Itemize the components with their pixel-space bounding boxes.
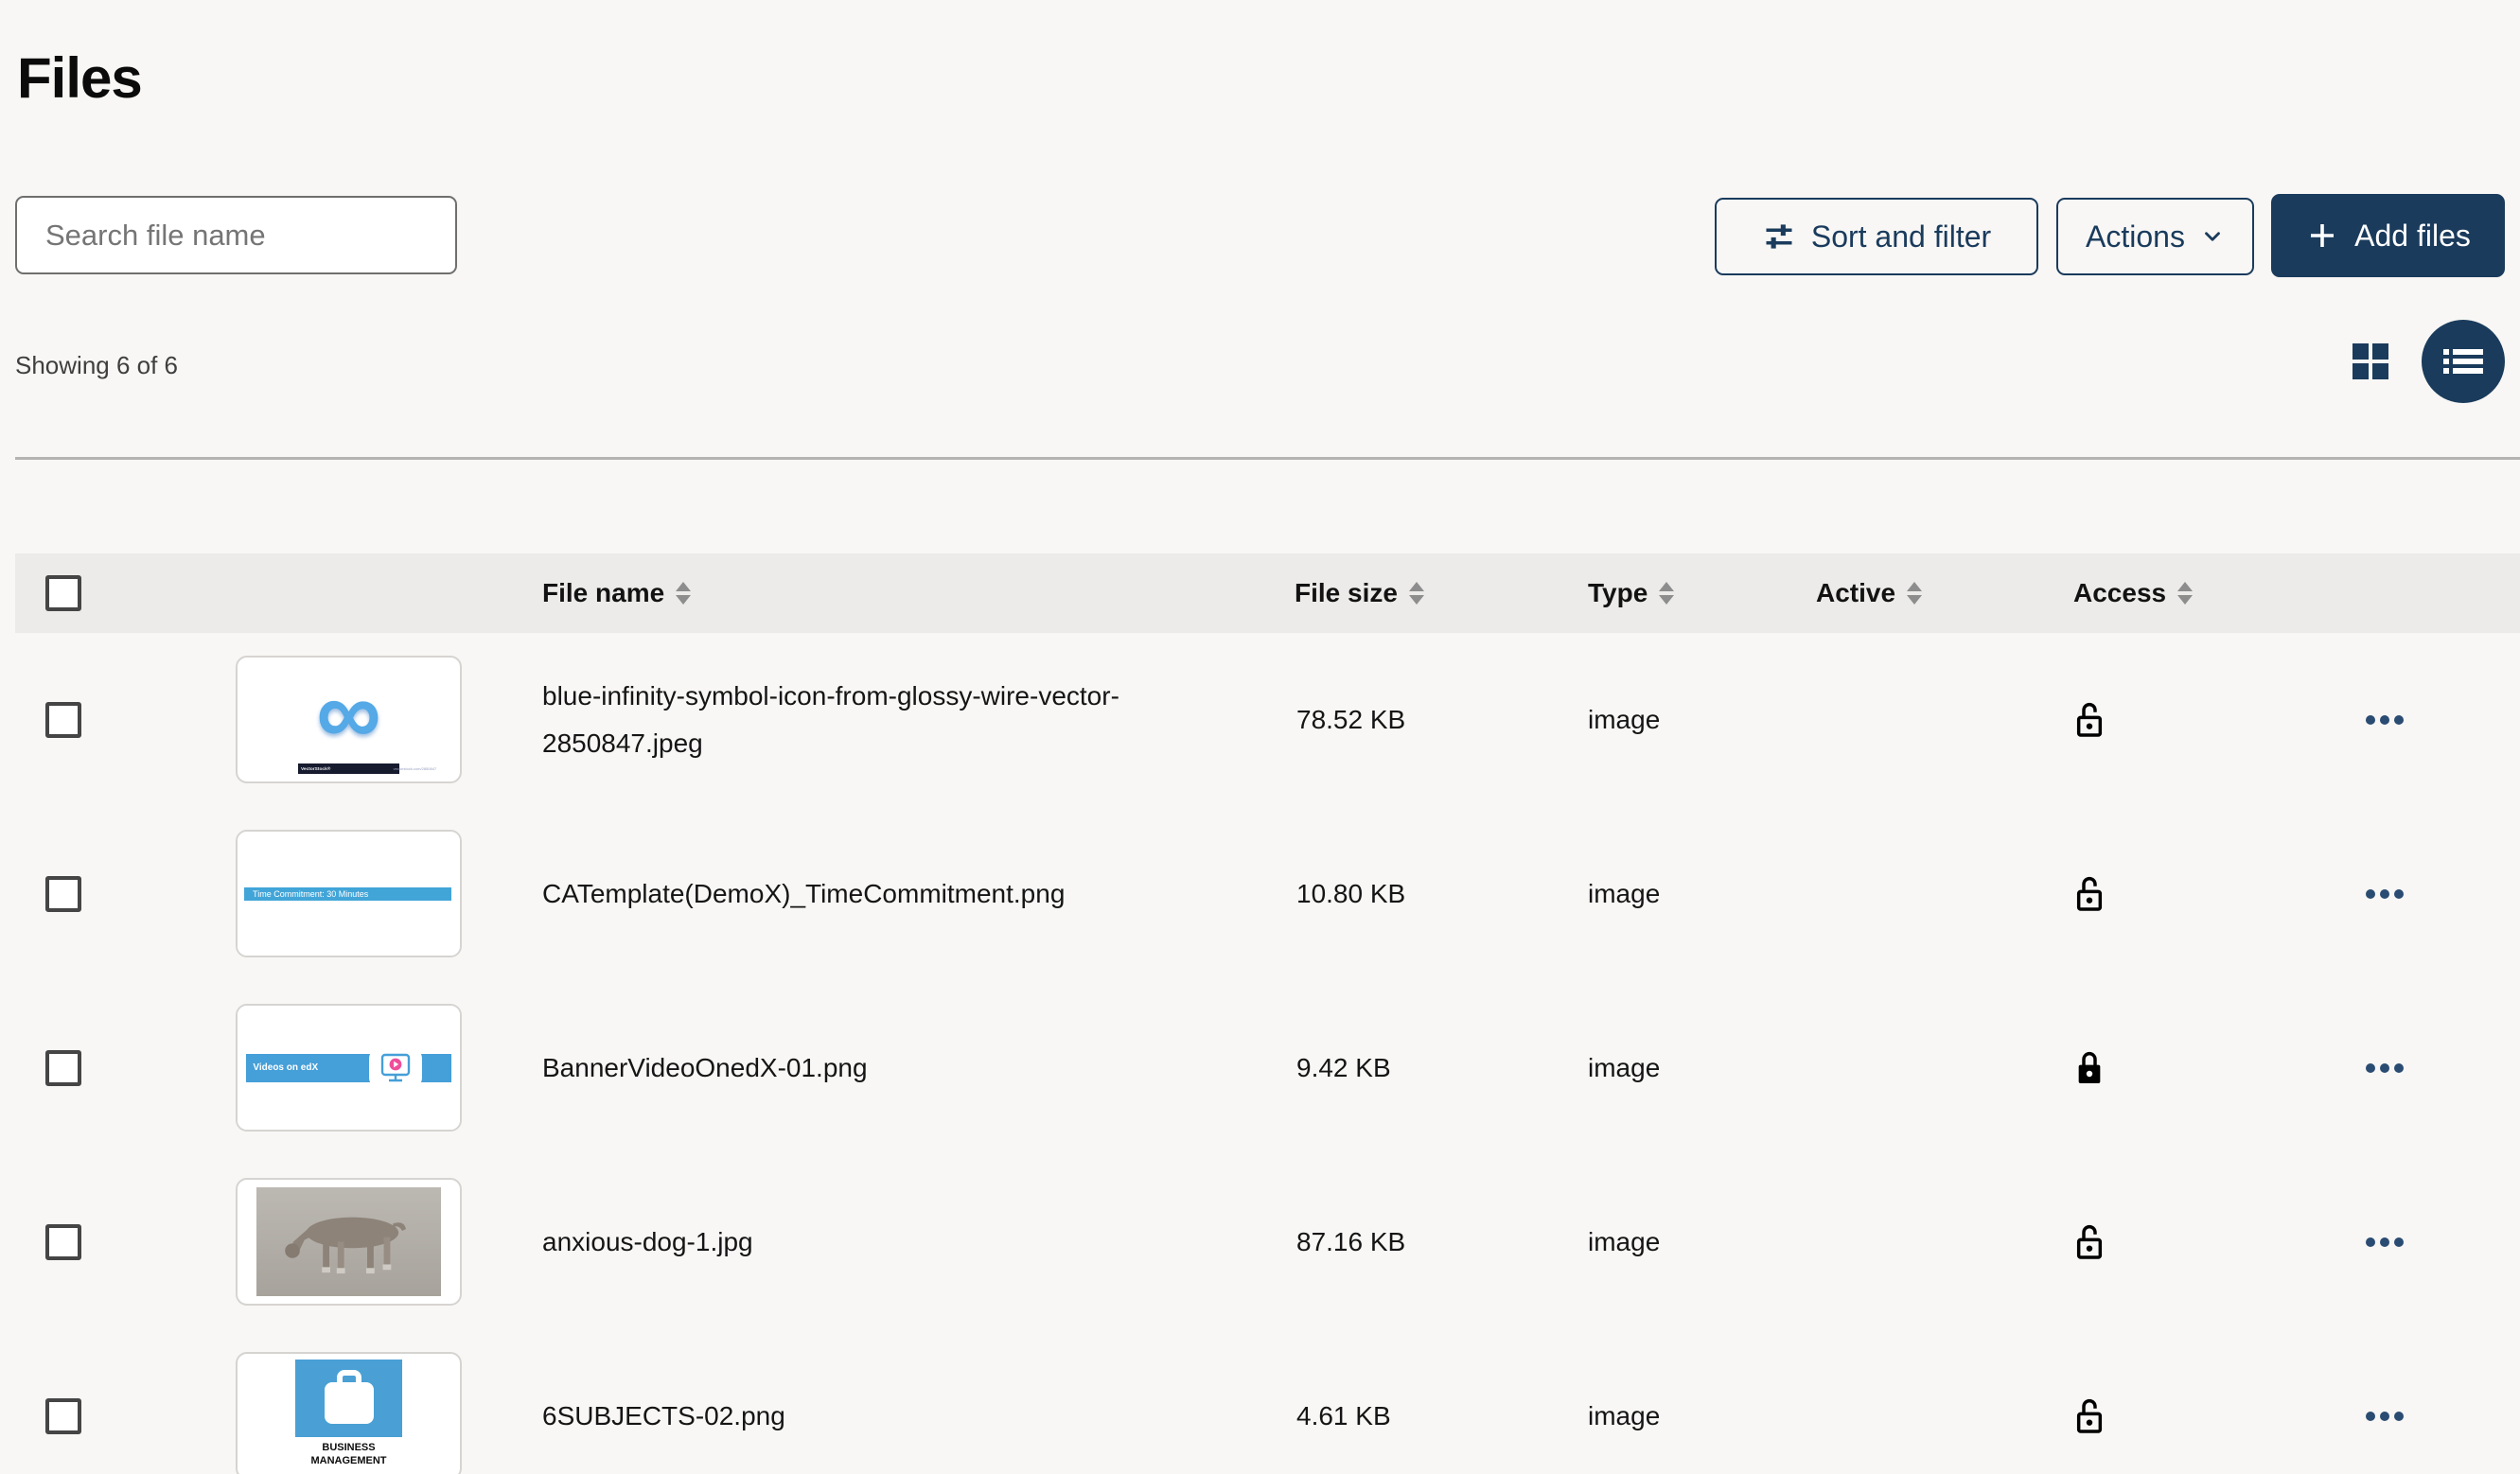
monitor-icon	[369, 1047, 422, 1089]
banner-text: Videos on edX	[246, 1062, 318, 1073]
table-row: Time Commitment: 30 Minutes CATemplate(D…	[0, 807, 2520, 981]
ellipsis-icon	[2366, 1063, 2375, 1073]
file-thumbnail: Videos on edX	[236, 1004, 462, 1132]
lock-open-icon	[2074, 700, 2105, 740]
file-name: 6SUBJECTS-02.png	[542, 1393, 1219, 1440]
column-header-file-name: File name	[542, 578, 664, 608]
table-row: BUSINESS MANAGEMENT 6SUBJECTS-02.png 4.6…	[0, 1329, 2520, 1474]
file-type: image	[1588, 879, 1660, 909]
sort-and-filter-button[interactable]: Sort and filter	[1715, 198, 2038, 275]
sort-access-button[interactable]	[2177, 582, 2193, 605]
file-size: 10.80 KB	[1296, 879, 1405, 909]
column-header-type: Type	[1588, 578, 1648, 608]
infinity-symbol: ∞	[316, 676, 380, 751]
video-banner-thumbnail-image: Videos on edX	[238, 1006, 460, 1130]
column-header-access: Access	[2073, 578, 2166, 608]
sort-and-filter-label: Sort and filter	[1811, 219, 1991, 254]
dog-photo-thumbnail-image	[256, 1187, 441, 1296]
lock-open-icon	[2074, 1396, 2105, 1436]
file-type: image	[1588, 1053, 1660, 1083]
file-thumbnail: BUSINESS MANAGEMENT	[236, 1352, 462, 1474]
chevron-down-icon	[2200, 224, 2225, 249]
file-name: blue-infinity-symbol-icon-from-glossy-wi…	[542, 673, 1219, 767]
row-actions-button[interactable]	[2362, 1408, 2407, 1425]
sort-type-button[interactable]	[1659, 582, 1674, 605]
file-size: 87.16 KB	[1296, 1227, 1405, 1257]
business-management-thumbnail-image: BUSINESS MANAGEMENT	[295, 1360, 402, 1474]
time-commitment-thumbnail-image: Time Commitment: 30 Minutes	[238, 832, 460, 956]
file-thumbnail: ∞ VectorStock® vectorstock.com/2850847	[236, 656, 462, 783]
divider	[15, 457, 2520, 460]
row-actions-button[interactable]	[2362, 711, 2407, 728]
infinity-thumbnail-image: ∞ VectorStock® vectorstock.com/2850847	[298, 665, 399, 774]
row-checkbox[interactable]	[45, 1224, 81, 1260]
table-row: ∞ VectorStock® vectorstock.com/2850847 b…	[0, 633, 2520, 807]
table-row: anxious-dog-1.jpg 87.16 KB image	[0, 1155, 2520, 1329]
row-checkbox[interactable]	[45, 1398, 81, 1434]
column-header-file-size: File size	[1295, 578, 1398, 608]
ellipsis-icon	[2366, 715, 2375, 725]
file-name: BannerVideoOnedX-01.png	[542, 1044, 1219, 1092]
lock-open-icon	[2074, 1222, 2105, 1262]
search-input[interactable]	[15, 196, 457, 274]
sort-active-button[interactable]	[1907, 582, 1922, 605]
time-commitment-bar-text: Time Commitment: 30 Minutes	[244, 889, 368, 899]
file-thumbnail: Time Commitment: 30 Minutes	[236, 830, 462, 957]
row-checkbox[interactable]	[45, 1050, 81, 1086]
plus-icon	[2305, 219, 2339, 253]
row-actions-button[interactable]	[2362, 1060, 2407, 1077]
file-name: anxious-dog-1.jpg	[542, 1219, 1219, 1266]
add-files-button[interactable]: Add files	[2271, 194, 2505, 277]
thumbnail-caption-line1: BUSINESS	[295, 1441, 402, 1454]
add-files-label: Add files	[2354, 219, 2471, 254]
column-header-active: Active	[1816, 578, 1895, 608]
table-row: Videos on edX BannerVideoOnedX-01.png 9.…	[0, 981, 2520, 1155]
select-all-checkbox[interactable]	[45, 575, 81, 611]
file-size: 9.42 KB	[1296, 1053, 1391, 1083]
file-type: image	[1588, 1401, 1660, 1431]
sort-file-size-button[interactable]	[1409, 582, 1424, 605]
row-actions-button[interactable]	[2362, 886, 2407, 903]
lock-open-icon	[2074, 874, 2105, 914]
file-thumbnail	[236, 1178, 462, 1306]
file-size: 4.61 KB	[1296, 1401, 1391, 1431]
ellipsis-icon	[2366, 889, 2375, 899]
grid-view-button[interactable]	[2353, 343, 2388, 379]
actions-label: Actions	[2086, 219, 2185, 254]
sort-file-name-button[interactable]	[676, 582, 691, 605]
thumbnail-caption-line2: MANAGEMENT	[295, 1454, 402, 1467]
file-type: image	[1588, 1227, 1660, 1257]
page-title: Files	[17, 45, 142, 111]
ellipsis-icon	[2366, 1237, 2375, 1247]
table-header: File name File size Type Active Access	[15, 553, 2520, 633]
sliders-icon	[1762, 219, 1796, 254]
row-actions-button[interactable]	[2362, 1234, 2407, 1251]
briefcase-icon	[319, 1369, 379, 1428]
list-view-button[interactable]	[2422, 320, 2505, 403]
watermark-bar: VectorStock® vectorstock.com/2850847	[298, 763, 399, 774]
file-name: CATemplate(DemoX)_TimeCommitment.png	[542, 870, 1219, 918]
ellipsis-icon	[2366, 1412, 2375, 1421]
lock-closed-icon	[2074, 1048, 2105, 1088]
file-size: 78.52 KB	[1296, 705, 1405, 735]
grid-view-icon	[2353, 343, 2369, 360]
row-checkbox[interactable]	[45, 702, 81, 738]
actions-button[interactable]: Actions	[2056, 198, 2254, 275]
showing-count: Showing 6 of 6	[15, 351, 178, 380]
list-view-icon	[2441, 342, 2485, 380]
row-checkbox[interactable]	[45, 876, 81, 912]
file-type: image	[1588, 705, 1660, 735]
